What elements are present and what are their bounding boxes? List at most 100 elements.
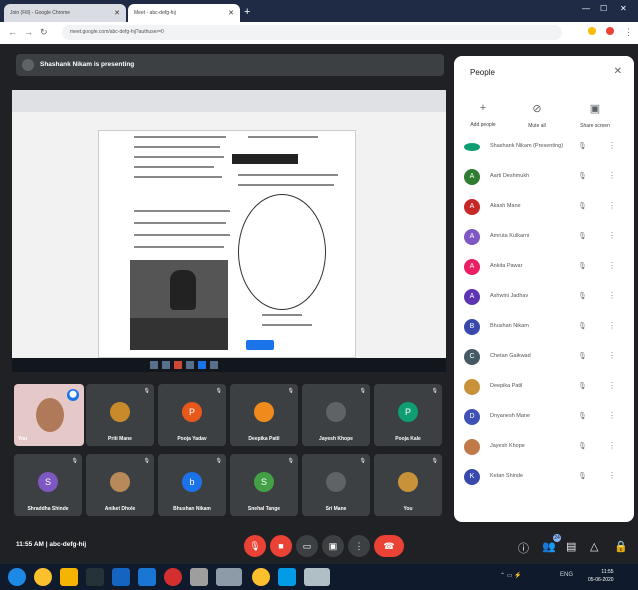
activities-icon[interactable]: △	[590, 540, 598, 553]
tray-icons[interactable]: ⌃ ▭ ⚡	[500, 572, 522, 579]
edge-app-icon[interactable]	[112, 568, 130, 586]
close-window-icon[interactable]: ✕	[620, 4, 627, 13]
more-icon[interactable]: ⋮	[608, 171, 616, 180]
minimize-icon[interactable]: —	[582, 4, 590, 13]
url-input[interactable]: meet.google.com/abc-defg-hij?authuser=0	[62, 25, 562, 40]
close-tab-icon[interactable]: ✕	[228, 9, 234, 17]
chrome-app-icon[interactable]	[34, 568, 52, 586]
list-item[interactable]: A Akash Mane 🎙 ⋮	[454, 192, 634, 222]
more-icon[interactable]: ⋮	[608, 471, 616, 480]
participant-name: Jayesh Khope	[490, 443, 525, 449]
pin-icon[interactable]: ⬤	[67, 389, 79, 401]
more-icon[interactable]: ⋮	[348, 535, 370, 557]
participant-tile[interactable]: S 🎙 Shraddha Shinde	[14, 454, 82, 516]
tile-name: Jayesh Khope	[319, 436, 353, 442]
avatar: B	[464, 319, 480, 335]
participant-tile[interactable]: P 🎙 Pooja Yadav	[158, 384, 226, 446]
more-icon[interactable]: ⋮	[608, 381, 616, 390]
list-item[interactable]: A Aarti Deshmukh 🎙 ⋮	[454, 162, 634, 192]
more-icon[interactable]: ⋮	[608, 351, 616, 360]
people-icon[interactable]: 👥	[542, 540, 556, 553]
app-icon[interactable]	[278, 568, 296, 586]
menu-kebab-icon[interactable]: ⋮	[624, 27, 633, 38]
list-item[interactable]: D Dnyanesh Mane 🎙 ⋮	[454, 402, 634, 432]
avatar[interactable]	[606, 27, 614, 35]
participant-tile[interactable]: 🎙 Deepika Patil	[230, 384, 298, 446]
mic-icon: 🎙	[578, 173, 587, 180]
arrow-right-icon[interactable]: →	[24, 27, 33, 37]
avatar: A	[464, 259, 480, 275]
info-icon[interactable]: ⓘ	[518, 540, 529, 556]
app-icon[interactable]	[86, 568, 104, 586]
app-icon[interactable]	[304, 568, 330, 586]
chat-icon[interactable]: ▤	[566, 540, 576, 553]
present-icon[interactable]: ▣	[322, 535, 344, 557]
participant-tile[interactable]: 🎙 Priti Mane	[86, 384, 154, 446]
add-people-button[interactable]: + Add people	[458, 102, 508, 128]
participant-tile[interactable]: 🎙 Sri Mane	[302, 454, 370, 516]
folder-app-icon[interactable]	[60, 568, 78, 586]
more-icon[interactable]: ⋮	[608, 201, 616, 210]
star-icon[interactable]	[588, 27, 596, 35]
participant-tile-self[interactable]: You ⬤	[14, 384, 84, 446]
chrome-app-icon[interactable]	[252, 568, 270, 586]
windows-start-icon[interactable]	[8, 568, 26, 586]
mic-off-icon: 🎙	[71, 458, 78, 464]
tile-name: Sri Mane	[325, 506, 347, 512]
screen-share-icon: ▣	[589, 103, 601, 115]
more-icon[interactable]: ⋮	[608, 321, 616, 330]
mic-off-icon[interactable]: 🎙	[244, 535, 266, 557]
participant-tile[interactable]: S 🎙 Snehal Tange	[230, 454, 298, 516]
avatar: D	[464, 409, 480, 425]
browser-tab-2[interactable]: Meet - abc-defg-hij ✕	[128, 4, 240, 22]
panel-title: People	[470, 68, 495, 77]
more-icon[interactable]: ⋮	[608, 411, 616, 420]
arrow-left-icon[interactable]: ←	[8, 27, 17, 37]
new-tab-button[interactable]: +	[244, 6, 250, 18]
mic-icon: 🎙	[578, 353, 587, 360]
list-item[interactable]: A Ashwini Jadhav 🎙 ⋮	[454, 282, 634, 312]
mic-icon: 🎙	[578, 383, 587, 390]
participant-tile[interactable]: P 🎙 Pooja Kale	[374, 384, 442, 446]
participant-tile[interactable]: b 🎙 Bhushan Nikam	[158, 454, 226, 516]
opera-app-icon[interactable]	[164, 568, 182, 586]
more-icon[interactable]: ⋮	[608, 441, 616, 450]
participant-tile[interactable]: 🎙 Jayesh Khope	[302, 384, 370, 446]
list-item[interactable]: Shashank Nikam (Presenting) 🎙 ⋮	[454, 132, 634, 162]
end-call-icon[interactable]: ☎	[374, 535, 404, 557]
more-icon[interactable]: ⋮	[608, 141, 616, 150]
close-tab-icon[interactable]: ✕	[114, 9, 120, 17]
list-item[interactable]: A Ankita Pawar 🎙 ⋮	[454, 252, 634, 282]
app-icon[interactable]	[190, 568, 208, 586]
list-item[interactable]: Jayesh Khope 🎙 ⋮	[454, 432, 634, 462]
more-icon[interactable]: ⋮	[608, 261, 616, 270]
list-item[interactable]: C Chetan Gaikwad 🎙 ⋮	[454, 342, 634, 372]
captions-icon[interactable]: ▭	[296, 535, 318, 557]
list-item[interactable]: K Ketan Shinde 🎙 ⋮	[454, 462, 634, 492]
mic-off-icon: 🎙	[143, 458, 150, 464]
avatar	[464, 439, 480, 455]
close-icon[interactable]: ✕	[614, 66, 622, 77]
mute-all-button[interactable]: ⊘ Mute all	[512, 102, 562, 129]
browser-tab-1[interactable]: Join (Fill) - Google Chrome ✕	[4, 4, 126, 22]
lock-icon[interactable]: 🔒	[614, 540, 628, 553]
ie-app-icon[interactable]	[138, 568, 156, 586]
mic-off-icon: 🎙	[215, 458, 222, 464]
list-item[interactable]: B Bhushan Nikam 🎙 ⋮	[454, 312, 634, 342]
more-icon[interactable]: ⋮	[608, 291, 616, 300]
language-indicator[interactable]: ENG	[560, 572, 573, 578]
avatar: b	[182, 472, 202, 492]
participant-tile[interactable]: 🎙 You	[374, 454, 442, 516]
participant-tile[interactable]: 🎙 Aniket Dhole	[86, 454, 154, 516]
more-icon[interactable]: ⋮	[608, 231, 616, 240]
list-item[interactable]: A Amruta Kulkarni 🎙 ⋮	[454, 222, 634, 252]
avatar: A	[464, 169, 480, 185]
shared-blue-button	[246, 340, 274, 350]
reload-icon[interactable]: ↻	[40, 27, 48, 38]
maximize-icon[interactable]: ☐	[600, 4, 607, 13]
system-clock[interactable]: 11:55 05-06-2020	[588, 568, 614, 584]
list-item[interactable]: Deepika Patil 🎙 ⋮	[454, 372, 634, 402]
app-icon[interactable]	[216, 568, 242, 586]
cam-off-icon[interactable]: ■	[270, 535, 292, 557]
share-screen-button[interactable]: ▣ Share screen	[570, 102, 620, 129]
